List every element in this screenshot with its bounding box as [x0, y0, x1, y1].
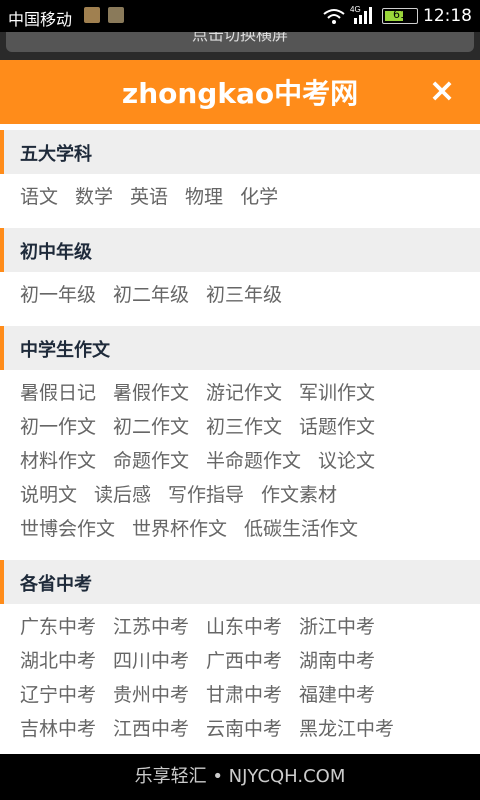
category-link[interactable]: 暑假作文 — [113, 382, 189, 404]
section-title: 五大学科 — [20, 144, 92, 165]
category-link[interactable]: 浙江中考 — [299, 616, 375, 638]
category-link[interactable]: 初二作文 — [113, 416, 189, 438]
link-row: 暑假日记 暑假作文 游记作文 军训作文 — [20, 376, 480, 410]
link-row: 语文 数学 英语 物理 化学 — [20, 180, 480, 214]
category-link[interactable]: 暑假日记 — [20, 382, 96, 404]
rotate-screen-button[interactable]: 点击切换横屏 — [6, 32, 474, 52]
category-link[interactable]: 说明文 — [20, 484, 77, 506]
battery-icon: 61 — [382, 8, 418, 24]
section-title: 初中年级 — [20, 242, 92, 263]
category-link[interactable]: 湖北中考 — [20, 650, 96, 672]
category-link[interactable]: 材料作文 — [20, 450, 96, 472]
link-row: 湖北中考 四川中考 广西中考 湖南中考 — [20, 644, 480, 678]
section-links: 暑假日记 暑假作文 游记作文 军训作文 初一作文 初二作文 初三作文 话题作文 材料作文 命题作文… — [0, 370, 480, 554]
notification-icon — [84, 7, 100, 23]
category-link[interactable]: 湖南中考 — [299, 650, 375, 672]
link-row: 材料作文 命题作文 半命题作文 议论文 — [20, 444, 480, 478]
category-link[interactable]: 福建中考 — [299, 684, 375, 706]
section-title: 各省中考 — [20, 574, 92, 595]
carrier-label: 中国移动 — [8, 10, 73, 29]
category-link[interactable]: 话题作文 — [299, 416, 375, 438]
network-type: 4G — [350, 5, 361, 14]
link-row: 辽宁中考 贵州中考 甘肃中考 福建中考 — [20, 678, 480, 712]
battery-level: 61 — [393, 8, 407, 21]
category-link[interactable]: 广东中考 — [20, 616, 96, 638]
category-link[interactable]: 江西中考 — [113, 718, 189, 740]
category-link[interactable]: 作文素材 — [261, 484, 337, 506]
section-links: 初一年级 初二年级 初三年级 — [0, 272, 480, 320]
section-header: 中学生作文 — [0, 326, 480, 370]
category-link[interactable]: 初一作文 — [20, 416, 96, 438]
section-title: 中学生作文 — [20, 340, 110, 361]
section-header: 各省中考 — [0, 560, 480, 604]
category-link[interactable]: 命题作文 — [113, 450, 189, 472]
category-link[interactable]: 化学 — [240, 186, 278, 208]
link-row: 广东中考 江苏中考 山东中考 浙江中考 — [20, 610, 480, 644]
rotate-screen-label: 点击切换横屏 — [191, 32, 288, 44]
category-link[interactable]: 初三作文 — [206, 416, 282, 438]
category-link[interactable]: 四川中考 — [113, 650, 189, 672]
category-link[interactable]: 初三年级 — [206, 284, 282, 306]
category-link[interactable]: 世博会作文 — [20, 518, 115, 540]
category-link[interactable]: 山东中考 — [206, 616, 282, 638]
category-link[interactable]: 初一年级 — [20, 284, 96, 306]
category-link[interactable]: 辽宁中考 — [20, 684, 96, 706]
category-link[interactable]: 读后感 — [94, 484, 151, 506]
category-link[interactable]: 吉林中考 — [20, 718, 96, 740]
section-header: 五大学科 — [0, 130, 480, 174]
close-icon[interactable]: × — [426, 74, 458, 106]
category-link[interactable]: 半命题作文 — [206, 450, 301, 472]
category-menu: 五大学科语文 数学 英语 物理 化学初中年级初一年级 初二年级 初三年级中学生作文暑假日记暑… — [0, 124, 480, 754]
section-links: 语文 数学 英语 物理 化学 — [0, 174, 480, 222]
header: zhongkao中考网 × — [0, 60, 480, 124]
category-link[interactable]: 英语 — [130, 186, 168, 208]
category-link[interactable]: 江苏中考 — [113, 616, 189, 638]
site-logo[interactable]: zhongkao中考网 — [0, 72, 480, 112]
category-link[interactable]: 议论文 — [318, 450, 375, 472]
link-row: 说明文 读后感 写作指导 作文素材 — [20, 478, 480, 512]
category-link[interactable]: 语文 — [20, 186, 58, 208]
category-link[interactable]: 物理 — [185, 186, 223, 208]
category-link[interactable]: 写作指导 — [168, 484, 244, 506]
signal-icon: 4G — [350, 5, 372, 24]
category-link[interactable]: 贵州中考 — [113, 684, 189, 706]
toast-bar: 点击切换横屏 — [0, 32, 480, 60]
wifi-icon — [323, 9, 345, 24]
section-links: 广东中考 江苏中考 山东中考 浙江中考 湖北中考 四川中考 广西中考 湖南中考 辽宁中考 贵州中考… — [0, 604, 480, 754]
category-link[interactable]: 黑龙江中考 — [299, 718, 394, 740]
category-link[interactable]: 游记作文 — [206, 382, 282, 404]
category-link[interactable]: 低碳生活作文 — [244, 518, 358, 540]
category-link[interactable]: 初二年级 — [113, 284, 189, 306]
category-link[interactable]: 军训作文 — [299, 382, 375, 404]
category-link[interactable]: 广西中考 — [206, 650, 282, 672]
watermark: 乐享轻汇 • NJYCQH.COM — [0, 754, 480, 800]
link-row: 初一年级 初二年级 初三年级 — [20, 278, 480, 312]
link-row: 吉林中考 江西中考 云南中考 黑龙江中考 — [20, 712, 480, 746]
image-notification-icon — [108, 7, 124, 23]
category-link[interactable]: 世界杯作文 — [132, 518, 227, 540]
category-link[interactable]: 云南中考 — [206, 718, 282, 740]
category-link[interactable]: 甘肃中考 — [206, 684, 282, 706]
link-row: 初一作文 初二作文 初三作文 话题作文 — [20, 410, 480, 444]
link-row: 世博会作文 世界杯作文 低碳生活作文 — [20, 512, 480, 546]
clock: 12:18 — [423, 6, 472, 26]
category-link[interactable]: 数学 — [75, 186, 113, 208]
status-bar: 中国移动 4G 61 12:18 — [0, 0, 480, 32]
section-header: 初中年级 — [0, 228, 480, 272]
